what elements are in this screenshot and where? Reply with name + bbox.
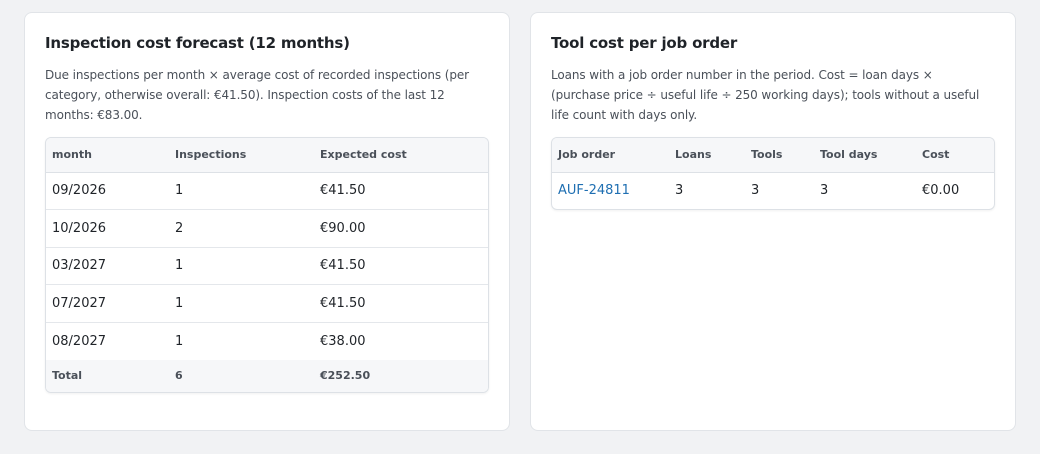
- column-header-job-order: Job order: [552, 138, 669, 173]
- cell-expected-cost: €38.00: [320, 333, 366, 349]
- cell-month: 10/2026: [46, 209, 169, 248]
- column-header-loans: Loans: [669, 138, 745, 173]
- total-label: Total: [52, 369, 83, 383]
- cell-loans: 3: [675, 183, 684, 199]
- forecast-total-row: Total 6 €252.50: [46, 359, 488, 392]
- column-header-month: month: [46, 138, 169, 173]
- cell-tool-days: 3: [820, 183, 829, 199]
- table-row: AUF-24811 3 3 3 €0.00: [552, 172, 994, 209]
- forecast-description: Due inspections per month × average cost…: [45, 68, 469, 122]
- forecast-title: Inspection cost forecast (12 months): [45, 34, 350, 52]
- table-row: 09/2026 1 €41.50: [46, 172, 488, 211]
- tool-cost-table: Job order Loans Tools Tool days Cost AUF…: [551, 137, 995, 210]
- total-expected-cost: €252.50: [320, 369, 371, 383]
- table-row: 03/2027 1 €41.50: [46, 247, 488, 286]
- inspection-forecast-card: Inspection cost forecast (12 months) Due…: [24, 12, 510, 431]
- cell-inspections: 1: [169, 247, 314, 286]
- column-header-cost: Cost: [916, 138, 994, 173]
- tool-cost-description: Loans with a job order number in the per…: [551, 68, 980, 122]
- job-order-link[interactable]: AUF-24811: [558, 183, 630, 198]
- cell-month: 07/2027: [46, 284, 169, 323]
- cell-expected-cost: €90.00: [314, 209, 488, 248]
- column-header-expected-cost: Expected cost: [314, 138, 488, 173]
- table-row: 07/2027 1 €41.50: [46, 284, 488, 323]
- forecast-header-row: month Inspections Expected cost: [46, 138, 488, 173]
- cell-expected-cost: €41.50: [314, 172, 488, 211]
- cell-inspections: 2: [169, 209, 314, 248]
- cell-tools: 3: [751, 183, 760, 199]
- tool-cost-title: Tool cost per job order: [551, 34, 738, 52]
- cell-cost: €0.00: [922, 183, 960, 199]
- table-row: 10/2026 2 €90.00: [46, 209, 488, 248]
- cell-inspections: 1: [169, 172, 314, 211]
- cell-inspections: 1: [169, 284, 314, 323]
- column-header-tool-days: Tool days: [814, 138, 916, 173]
- cell-month: 08/2027: [52, 333, 107, 349]
- column-header-tools: Tools: [745, 138, 814, 173]
- cell-expected-cost: €41.50: [314, 247, 488, 286]
- cell-month: 09/2026: [46, 172, 169, 211]
- cell-inspections: 1: [175, 333, 184, 349]
- total-inspections: 6: [175, 369, 183, 383]
- column-header-inspections: Inspections: [169, 138, 314, 173]
- cell-job-order: AUF-24811: [552, 172, 669, 209]
- cell-month: 03/2027: [46, 247, 169, 286]
- forecast-table: month Inspections Expected cost 09/2026 …: [45, 137, 489, 393]
- table-row: 08/2027 1 €38.00: [46, 322, 488, 360]
- cell-expected-cost: €41.50: [314, 284, 488, 323]
- tool-cost-header-row: Job order Loans Tools Tool days Cost: [552, 138, 994, 173]
- tool-cost-card: Tool cost per job order Loans with a job…: [530, 12, 1016, 431]
